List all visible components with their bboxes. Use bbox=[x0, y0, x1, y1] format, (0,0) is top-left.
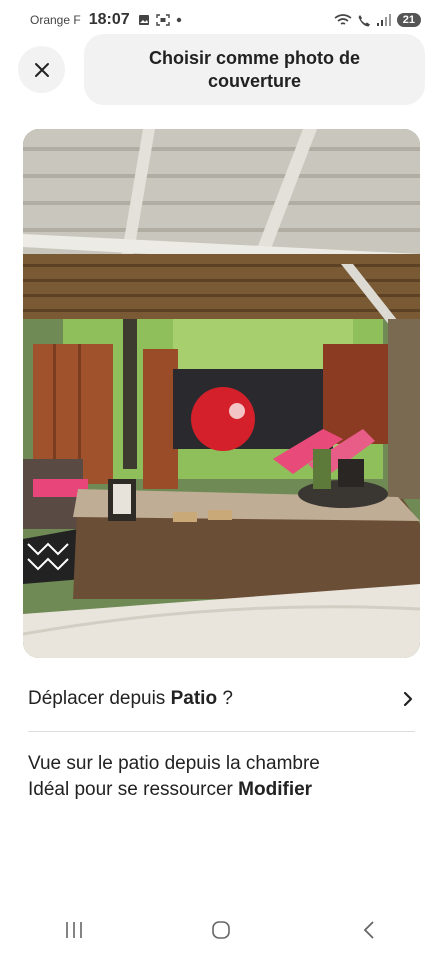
notification-icons bbox=[138, 14, 182, 26]
caption-line-2: Idéal pour se ressourcer Modifier bbox=[28, 777, 418, 803]
patio-photo[interactable] bbox=[23, 129, 420, 658]
screenshot-notification-icon bbox=[155, 14, 170, 26]
set-cover-photo-button[interactable]: Choisir comme photo de couverture bbox=[84, 34, 425, 105]
recent-apps-button[interactable] bbox=[44, 910, 104, 950]
chevron-right-icon bbox=[403, 691, 413, 707]
divider bbox=[28, 731, 415, 732]
dot-icon bbox=[176, 17, 181, 23]
photo-caption: Vue sur le patio depuis la chambre Idéal… bbox=[28, 751, 418, 803]
room-name: Patio bbox=[170, 688, 218, 709]
recent-apps-icon bbox=[66, 922, 82, 938]
move-from-room-row[interactable]: Déplacer depuis Patio ? bbox=[28, 680, 415, 718]
clock: 18:07 bbox=[88, 11, 130, 28]
gallery-notification-icon bbox=[138, 15, 149, 25]
wifi-icon bbox=[334, 13, 352, 25]
patio-photo-image bbox=[23, 129, 420, 658]
close-button[interactable] bbox=[18, 46, 65, 93]
move-from-room-text: Déplacer depuis Patio ? bbox=[28, 688, 233, 710]
call-icon bbox=[358, 14, 370, 26]
move-suffix: ? bbox=[217, 688, 233, 709]
battery-indicator: 21 bbox=[396, 13, 421, 27]
system-navigation-bar bbox=[0, 900, 443, 960]
caption-line-1: Vue sur le patio depuis la chambre bbox=[28, 753, 320, 774]
caption-line-2-text: Idéal pour se ressourcer bbox=[28, 779, 239, 800]
signal-icon bbox=[376, 14, 391, 26]
edit-caption-link[interactable]: Modifier bbox=[238, 779, 312, 800]
back-button[interactable] bbox=[339, 910, 399, 950]
status-right: 21 bbox=[334, 13, 421, 27]
set-cover-photo-label: Choisir comme photo de couverture bbox=[148, 47, 361, 91]
carrier-label: Orange F bbox=[30, 13, 81, 27]
move-prefix: Déplacer depuis bbox=[28, 688, 171, 709]
home-icon bbox=[212, 921, 231, 939]
home-button[interactable] bbox=[191, 910, 251, 950]
status-left: Orange F 18:07 bbox=[30, 11, 182, 29]
close-icon bbox=[34, 62, 49, 77]
back-icon bbox=[363, 921, 374, 939]
